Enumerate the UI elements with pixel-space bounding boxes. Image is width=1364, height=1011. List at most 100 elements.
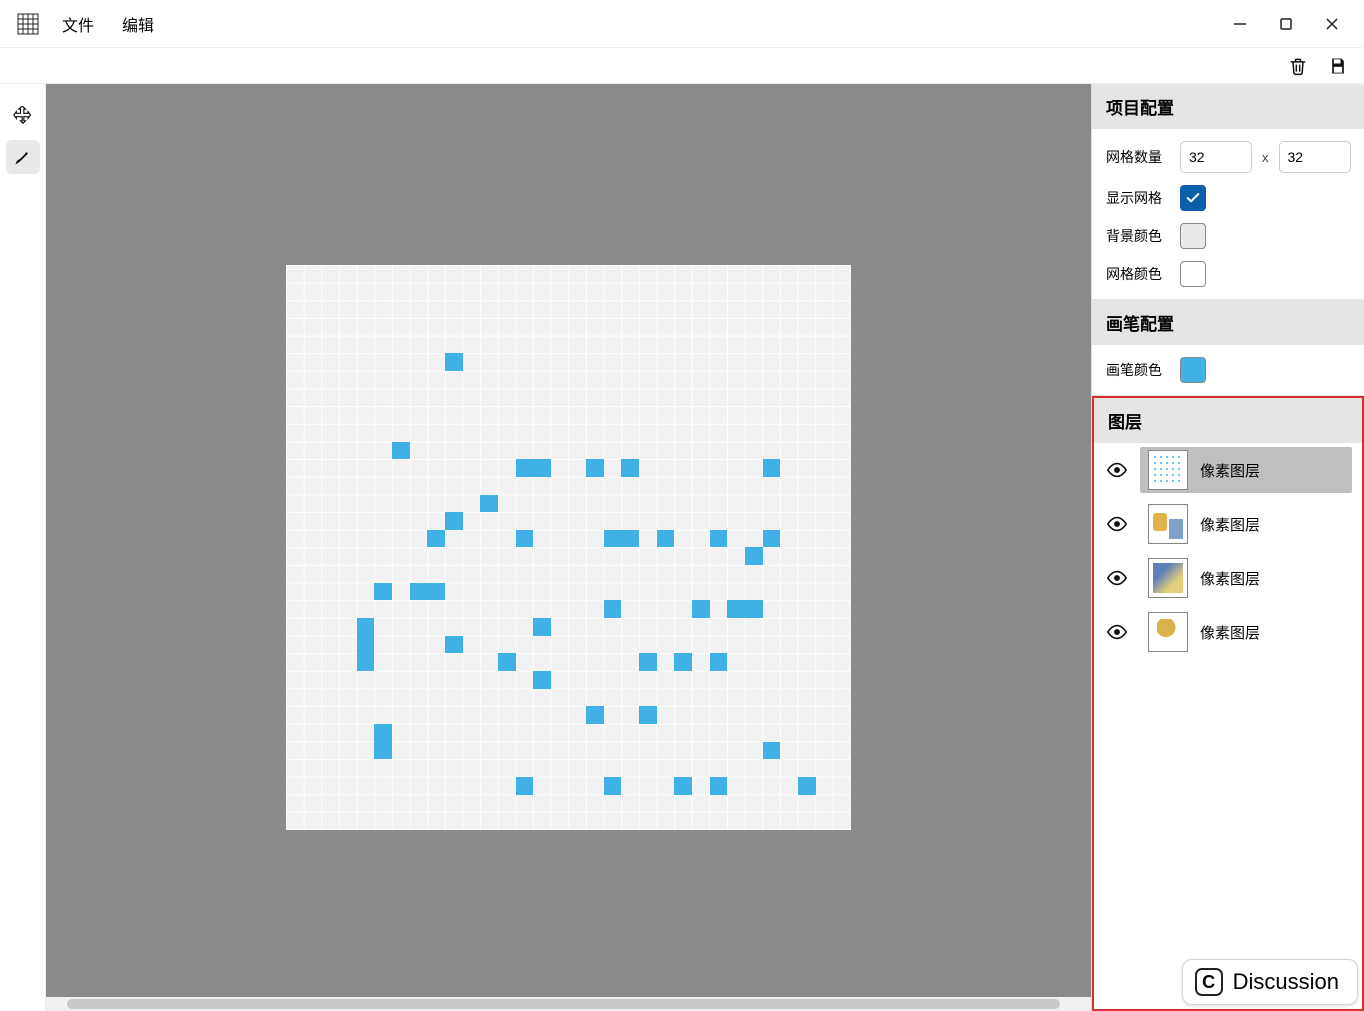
action-bar	[0, 48, 1364, 84]
painted-cell[interactable]	[374, 742, 392, 760]
painted-cell[interactable]	[533, 459, 551, 477]
show-grid-row: 显示网格	[1106, 185, 1350, 211]
painted-cell[interactable]	[357, 636, 375, 654]
painted-cell[interactable]	[798, 777, 816, 795]
painted-cell[interactable]	[763, 530, 781, 548]
layer-thumbnail	[1148, 558, 1188, 598]
painted-cell[interactable]	[639, 653, 657, 671]
bg-color-swatch[interactable]	[1180, 223, 1206, 249]
delete-button[interactable]	[1286, 54, 1310, 78]
brush-color-swatch[interactable]	[1180, 357, 1206, 383]
painted-cell[interactable]	[604, 600, 622, 618]
painted-cell[interactable]	[516, 530, 534, 548]
painted-cell[interactable]	[427, 583, 445, 601]
discussion-label: Discussion	[1233, 969, 1339, 995]
painted-cell[interactable]	[604, 777, 622, 795]
app-logo-icon	[14, 10, 42, 38]
horizontal-scrollbar[interactable]	[46, 997, 1091, 1011]
painted-cell[interactable]	[357, 618, 375, 636]
painted-cell[interactable]	[445, 512, 463, 530]
project-config-title: 项目配置	[1092, 84, 1364, 129]
toolbox	[0, 84, 46, 1011]
discussion-button[interactable]: C Discussion	[1182, 959, 1358, 1005]
layers-panel: 图层 像素图层像素图层像素图层像素图层	[1092, 396, 1364, 1011]
layer-name: 像素图层	[1200, 568, 1260, 589]
layer-item[interactable]: 像素图层	[1094, 497, 1362, 551]
bg-color-label: 背景颜色	[1106, 226, 1170, 246]
grid-height-input[interactable]	[1279, 141, 1351, 173]
menu-file[interactable]: 文件	[48, 6, 108, 42]
painted-cell[interactable]	[374, 724, 392, 742]
painted-cell[interactable]	[745, 600, 763, 618]
maximize-button[interactable]	[1272, 10, 1300, 38]
painted-cell[interactable]	[657, 530, 675, 548]
canvas-viewport[interactable]	[46, 84, 1092, 1011]
grid-count-row: 网格数量 x	[1106, 141, 1350, 173]
painted-cell[interactable]	[357, 653, 375, 671]
move-tool[interactable]	[6, 98, 40, 132]
brush-color-row: 画笔颜色	[1106, 357, 1350, 383]
painted-cell[interactable]	[710, 777, 728, 795]
pixel-canvas[interactable]	[286, 265, 851, 830]
layer-visibility-toggle[interactable]	[1104, 511, 1130, 537]
layer-name: 像素图层	[1200, 514, 1260, 535]
painted-cell[interactable]	[410, 583, 428, 601]
painted-cell[interactable]	[445, 353, 463, 371]
painted-cell[interactable]	[374, 583, 392, 601]
painted-cell[interactable]	[621, 530, 639, 548]
painted-cell[interactable]	[586, 459, 604, 477]
painted-cell[interactable]	[692, 600, 710, 618]
painted-cell[interactable]	[727, 600, 745, 618]
painted-cell[interactable]	[427, 530, 445, 548]
layer-thumbnail	[1148, 504, 1188, 544]
window-controls	[1226, 10, 1356, 38]
painted-cell[interactable]	[763, 459, 781, 477]
brush-config-title: 画笔配置	[1092, 300, 1364, 345]
discussion-icon: C	[1195, 968, 1223, 996]
painted-cell[interactable]	[533, 618, 551, 636]
painted-cell[interactable]	[516, 777, 534, 795]
painted-cell[interactable]	[586, 706, 604, 724]
painted-cell[interactable]	[763, 742, 781, 760]
layer-thumbnail	[1148, 450, 1188, 490]
layer-item[interactable]: 像素图层	[1094, 605, 1362, 659]
show-grid-checkbox[interactable]	[1180, 185, 1206, 211]
painted-cell[interactable]	[639, 706, 657, 724]
layer-item[interactable]: 像素图层	[1094, 551, 1362, 605]
layer-name: 像素图层	[1200, 460, 1260, 481]
painted-cell[interactable]	[710, 653, 728, 671]
scrollbar-thumb[interactable]	[67, 999, 1060, 1009]
right-sidebar: 项目配置 网格数量 x 显示网格 背景颜色	[1092, 84, 1364, 1011]
layer-visibility-toggle[interactable]	[1104, 565, 1130, 591]
layer-item[interactable]: 像素图层	[1094, 443, 1362, 497]
painted-cell[interactable]	[674, 653, 692, 671]
close-button[interactable]	[1318, 10, 1346, 38]
painted-cell[interactable]	[533, 671, 551, 689]
grid-count-label: 网格数量	[1106, 147, 1170, 167]
menu-edit[interactable]: 编辑	[108, 6, 168, 42]
main-area: 项目配置 网格数量 x 显示网格 背景颜色	[0, 84, 1364, 1011]
grid-color-row: 网格颜色	[1106, 261, 1350, 287]
layers-title: 图层	[1094, 398, 1362, 443]
grid-width-input[interactable]	[1180, 141, 1252, 173]
grid-color-swatch[interactable]	[1180, 261, 1206, 287]
layers-list: 像素图层像素图层像素图层像素图层	[1094, 443, 1362, 1009]
grid-color-label: 网格颜色	[1106, 264, 1170, 284]
layer-visibility-toggle[interactable]	[1104, 619, 1130, 645]
painted-cell[interactable]	[745, 547, 763, 565]
brush-tool[interactable]	[6, 140, 40, 174]
save-button[interactable]	[1326, 54, 1350, 78]
painted-cell[interactable]	[621, 459, 639, 477]
painted-cell[interactable]	[516, 459, 534, 477]
layer-visibility-toggle[interactable]	[1104, 457, 1130, 483]
bg-color-row: 背景颜色	[1106, 223, 1350, 249]
painted-cell[interactable]	[498, 653, 516, 671]
minimize-button[interactable]	[1226, 10, 1254, 38]
painted-cell[interactable]	[674, 777, 692, 795]
painted-cell[interactable]	[710, 530, 728, 548]
layer-name: 像素图层	[1200, 622, 1260, 643]
painted-cell[interactable]	[604, 530, 622, 548]
painted-cell[interactable]	[480, 495, 498, 513]
painted-cell[interactable]	[392, 442, 410, 460]
painted-cell[interactable]	[445, 636, 463, 654]
